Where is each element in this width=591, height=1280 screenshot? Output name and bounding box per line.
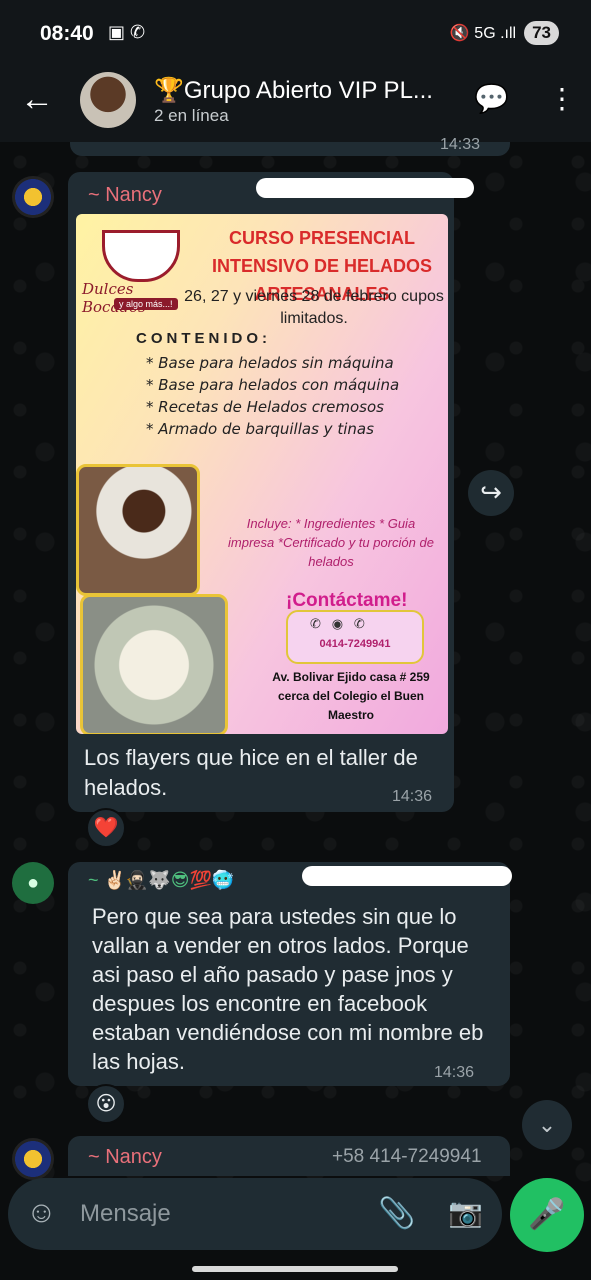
flyer-item: * Recetas de Helados cremosos — [146, 398, 384, 416]
flyer-image[interactable]: Dulces Bocados y algo más...! CURSO PRES… — [76, 214, 448, 734]
sender-name[interactable]: ~ Nancy — [88, 1146, 162, 1169]
message-time: 14:36 — [434, 1064, 475, 1081]
back-arrow-icon[interactable]: ← — [20, 80, 54, 119]
ice-cream-photo — [76, 464, 200, 596]
flyer-address: Av. Bolivar Ejido casa # 259 cerca del C… — [272, 670, 430, 722]
flyer-item: * Base para helados sin máquina — [146, 354, 394, 372]
chat-title[interactable]: 🏆Grupo Abierto VIP PL... — [154, 76, 454, 105]
flyer-contenido-label: CONTENIDO: — [136, 330, 271, 347]
flyer-item: * Base para helados con máquina — [146, 376, 400, 394]
contact-icons: ✆ ◉ ✆ — [310, 616, 365, 631]
mic-icon[interactable]: 🎤 — [510, 1178, 584, 1252]
previous-message[interactable]: 14:33 — [70, 136, 510, 156]
redacted-phone — [256, 178, 474, 198]
flyer-dates: 26, 27 y viernes 28 de febrero cupos lim… — [184, 288, 444, 327]
reaction-wow[interactable]: 😮 — [86, 1084, 126, 1124]
forward-icon[interactable]: ↪ — [468, 470, 514, 516]
more-options-icon[interactable]: ⋮ — [548, 82, 576, 115]
message-caption: Los flayers que hice en el taller de hel… — [84, 745, 418, 800]
message-input[interactable]: Mensaje — [80, 1200, 171, 1228]
status-right: 🔇 5G .ıll 73 — [450, 21, 559, 45]
flyer-contact: ¡Contáctame! — [286, 590, 408, 611]
sender-avatar[interactable] — [12, 1138, 54, 1180]
flyer-items: * Base para helados sin máquina * Base p… — [146, 352, 399, 440]
message-text: Pero que sea para ustedes sin que lo val… — [92, 904, 484, 1074]
nav-gesture-bar[interactable] — [192, 1266, 398, 1272]
status-time: 08:40 — [40, 22, 94, 45]
sender-phone: +58 414-7249941 — [332, 1146, 482, 1167]
sender-name[interactable]: ~ Nancy — [88, 184, 162, 207]
signal-icon: 🔇 5G .ıll — [449, 25, 517, 42]
flyer-logo: Dulces Bocados y algo más...! — [82, 226, 194, 316]
redacted-phone — [302, 866, 512, 886]
scroll-down-icon[interactable]: ⌄ — [522, 1100, 572, 1150]
flyer-incluye: Incluye: * Ingredientes * Guia impresa *… — [228, 516, 434, 569]
flyer-item: * Armado de barquillas y tinas — [146, 420, 374, 438]
popsicle-photo — [80, 594, 228, 734]
camera-icon[interactable]: 📷 — [448, 1196, 483, 1229]
status-bar: 08:40 ▣ ✆ 🔇 5G .ıll 73 — [0, 0, 591, 66]
chat-call-icon[interactable]: 💬 — [474, 82, 509, 115]
flyer-phone: 0414-7249941 — [319, 638, 391, 650]
sender-avatar[interactable] — [12, 176, 54, 218]
chat-subtitle: 2 en línea — [154, 106, 229, 125]
group-avatar[interactable] — [80, 72, 136, 128]
chat-header: ← 🏆Grupo Abierto VIP PL... 2 en línea 💬 … — [0, 66, 591, 142]
battery-icon: 73 — [524, 21, 559, 45]
ice-cream-cup-icon — [102, 230, 180, 282]
sender-name[interactable]: ~ ✌🏻🥷🏻🐺😎💯🥶 — [88, 870, 234, 891]
status-left-icons: ▣ ✆ — [108, 22, 146, 42]
logo-sub: y algo más...! — [114, 298, 178, 310]
message-time: 14:36 — [392, 788, 433, 805]
user-avatar-icon[interactable]: ● — [12, 862, 54, 904]
emoji-icon[interactable]: ☺ — [26, 1196, 57, 1230]
attach-icon[interactable]: 📎 — [378, 1196, 415, 1231]
message-input-bar: ☺ Mensaje 📎 📷 — [8, 1178, 502, 1250]
flyer-phone-box: ✆ ◉ ✆ 0414-7249941 — [286, 610, 424, 664]
message-time: 14:33 — [439, 136, 480, 153]
reaction-heart[interactable]: ❤️ — [86, 808, 126, 848]
